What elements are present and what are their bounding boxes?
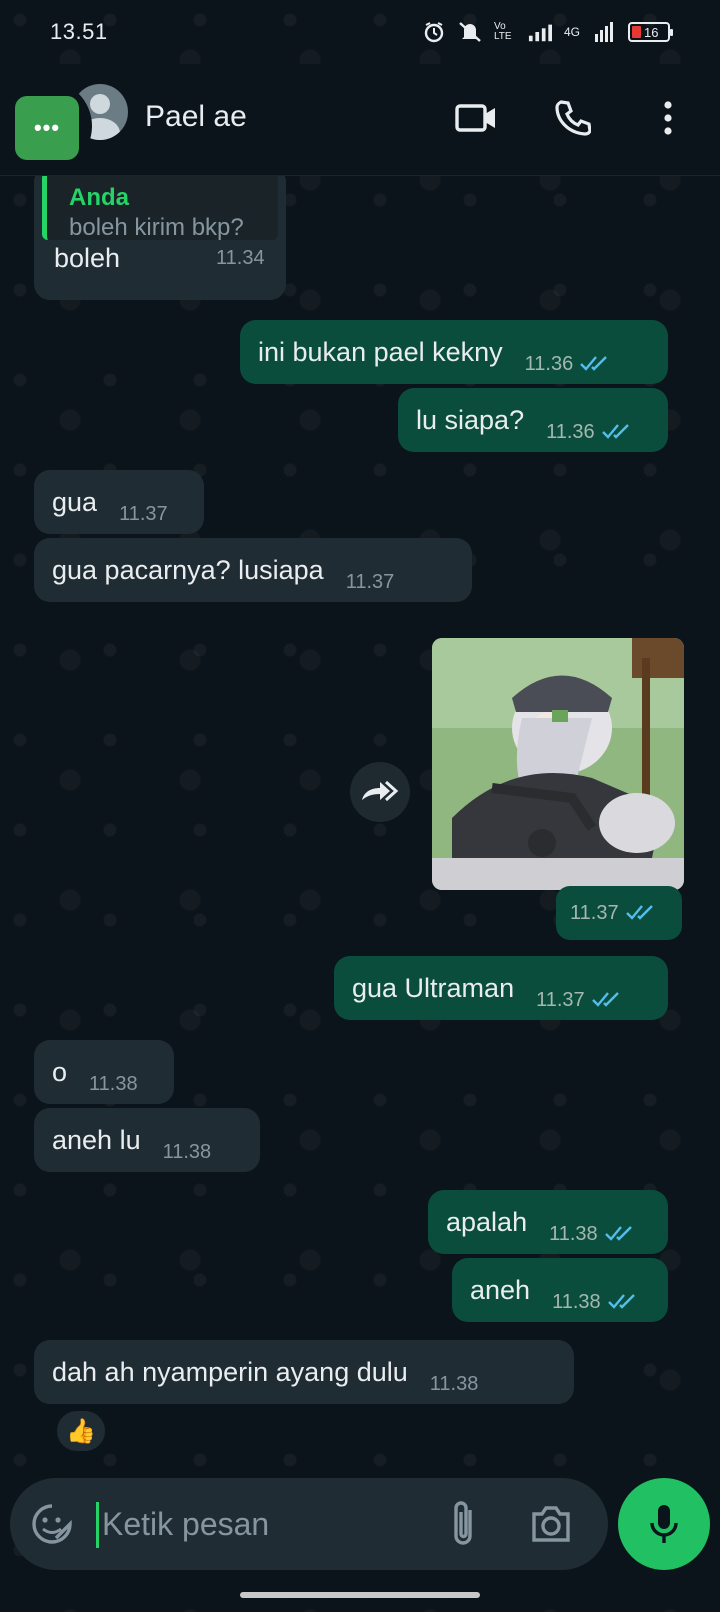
network-label: 4G bbox=[563, 25, 580, 39]
message-time-label: 11.36 bbox=[524, 353, 574, 375]
message-text: aneh bbox=[470, 1275, 531, 1305]
message-time: 11.37 bbox=[119, 503, 168, 525]
message-incoming[interactable]: Anda boleh kirim bkp? boleh 11.34 bbox=[34, 166, 286, 300]
message-incoming[interactable]: gua 11.37 bbox=[34, 470, 204, 534]
avatar-head bbox=[90, 94, 110, 114]
message-time-label: 11.38 bbox=[549, 1223, 598, 1245]
forward-button[interactable] bbox=[350, 762, 410, 822]
status-bar: 13.51 Vo LTE 4G 16 bbox=[0, 0, 720, 64]
video-call-icon[interactable] bbox=[454, 96, 498, 140]
message-time-label: 11.38 bbox=[552, 1291, 601, 1313]
message-time-label: 11.36 bbox=[546, 421, 595, 443]
message-time: 11.37 bbox=[536, 968, 625, 1032]
message-text: gua pacarnya? lusiapa bbox=[52, 555, 324, 585]
read-ticks-icon bbox=[591, 992, 619, 1007]
volte-label: Vo LTE bbox=[493, 21, 512, 42]
microphone-icon bbox=[650, 1505, 678, 1543]
sticker-icon[interactable] bbox=[30, 1502, 74, 1546]
image-thumbnail bbox=[432, 638, 684, 890]
text-caret bbox=[96, 1502, 99, 1548]
message-time: 11.38 bbox=[552, 1270, 641, 1334]
message-time: 11.38 bbox=[89, 1073, 138, 1095]
battery-fill bbox=[632, 26, 641, 38]
message-text: gua bbox=[52, 487, 98, 517]
message-text: lu siapa? bbox=[416, 405, 525, 435]
message-time: 11.36 bbox=[546, 400, 635, 464]
voice-record-button[interactable] bbox=[618, 1478, 710, 1570]
message-time: 11.37 bbox=[345, 571, 395, 593]
message-incoming[interactable]: aneh lu 11.38 bbox=[34, 1108, 260, 1172]
message-time: 11.36 bbox=[525, 332, 614, 396]
signal-icon bbox=[528, 21, 552, 43]
message-time: 11.38 bbox=[429, 1373, 479, 1395]
message-input[interactable]: Ketik pesan bbox=[102, 1506, 269, 1543]
mute-icon bbox=[458, 21, 482, 43]
camera-icon[interactable] bbox=[528, 1502, 574, 1546]
read-ticks-icon bbox=[601, 424, 629, 439]
message-time: 11.38 bbox=[162, 1141, 212, 1163]
image-message-meta: 11.37 bbox=[556, 886, 682, 940]
chat-header: ••• Pael ae bbox=[0, 64, 720, 176]
message-time-label: 11.37 bbox=[570, 902, 619, 924]
message-outgoing[interactable]: aneh 11.38 bbox=[452, 1258, 668, 1322]
message-list[interactable]: Anda boleh kirim bkp? boleh 11.34 ini bu… bbox=[0, 166, 720, 1476]
message-text: apalah bbox=[446, 1207, 528, 1237]
message-input-bar[interactable]: Ketik pesan bbox=[10, 1478, 608, 1570]
more-options-icon[interactable] bbox=[646, 96, 690, 140]
image-message[interactable] bbox=[432, 638, 684, 890]
message-incoming[interactable]: dah ah nyamperin ayang dulu 11.38 bbox=[34, 1340, 574, 1404]
message-incoming[interactable]: o 11.38 bbox=[34, 1040, 174, 1104]
read-ticks-icon bbox=[604, 1226, 632, 1241]
home-indicator[interactable] bbox=[240, 1592, 480, 1598]
signal-icon-2 bbox=[592, 21, 616, 43]
message-text: ini bukan pael kekny bbox=[258, 337, 503, 367]
read-ticks-icon bbox=[625, 905, 653, 920]
alarm-icon bbox=[422, 21, 446, 43]
attach-icon[interactable] bbox=[446, 1498, 482, 1548]
message-time-label: 11.37 bbox=[536, 989, 585, 1011]
battery-level: 16 bbox=[644, 24, 659, 40]
header-actions bbox=[454, 96, 690, 140]
battery-indicator: 16 bbox=[628, 22, 673, 42]
message-outgoing[interactable]: lu siapa? 11.36 bbox=[398, 388, 668, 452]
reaction-thumbs-up[interactable]: 👍 bbox=[54, 1408, 108, 1454]
message-text: aneh lu bbox=[52, 1125, 141, 1155]
contact-name[interactable]: Pael ae bbox=[145, 100, 247, 134]
status-time: 13.51 bbox=[50, 19, 108, 44]
message-incoming[interactable]: gua pacarnya? lusiapa 11.37 bbox=[34, 538, 472, 602]
voice-call-icon[interactable] bbox=[550, 96, 594, 140]
message-outgoing[interactable]: ini bukan pael kekny 11.36 bbox=[240, 320, 668, 384]
message-text: boleh bbox=[54, 243, 121, 273]
status-icons: Vo LTE 4G 16 bbox=[422, 21, 673, 43]
message-time: 11.34 bbox=[216, 247, 265, 269]
message-outgoing[interactable]: apalah 11.38 bbox=[428, 1190, 668, 1254]
read-ticks-icon bbox=[580, 356, 608, 371]
floating-menu-button[interactable]: ••• bbox=[15, 96, 79, 160]
message-text: gua Ultraman bbox=[352, 973, 515, 1003]
forward-icon bbox=[362, 780, 399, 802]
message-text: o bbox=[52, 1057, 68, 1087]
message-text: dah ah nyamperin ayang dulu bbox=[52, 1357, 408, 1387]
read-ticks-icon bbox=[607, 1294, 635, 1309]
message-time: 11.38 bbox=[549, 1202, 638, 1266]
message-outgoing[interactable]: gua Ultraman 11.37 bbox=[334, 956, 668, 1020]
